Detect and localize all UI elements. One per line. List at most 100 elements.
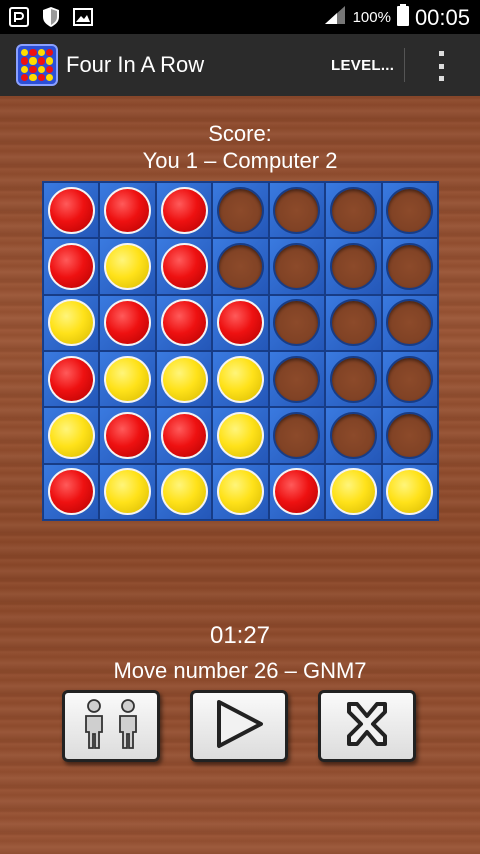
app-title: Four In A Row [66, 52, 205, 77]
board-cell[interactable] [325, 350, 382, 408]
red-disc [273, 468, 321, 516]
status-time: 00:05 [414, 4, 470, 30]
board-cell[interactable] [268, 407, 326, 464]
board-cell[interactable] [268, 238, 326, 295]
empty-slot [329, 186, 377, 234]
image-notification-icon [72, 6, 94, 28]
board-cell[interactable] [43, 294, 100, 351]
shield-icon [40, 6, 62, 28]
board-cell[interactable] [99, 294, 156, 351]
board-cell[interactable] [155, 463, 213, 520]
board-cell[interactable] [212, 350, 269, 408]
board-cell[interactable] [381, 407, 438, 464]
move-number: Move number 26 – GNM7 [113, 658, 367, 683]
signal-icon [323, 4, 347, 31]
empty-slot [329, 355, 377, 403]
empty-slot [273, 411, 321, 459]
two-players-button[interactable] [62, 690, 160, 762]
board-cell[interactable] [99, 463, 156, 520]
yellow-disc [216, 468, 264, 516]
red-disc [160, 411, 208, 459]
board-cell[interactable] [268, 182, 326, 239]
empty-slot [386, 355, 434, 403]
board-cell[interactable] [43, 463, 100, 520]
board-cell[interactable] [325, 182, 382, 239]
board-cell[interactable] [155, 350, 213, 408]
two-players-icon [78, 696, 144, 757]
game-timer: 01:27 [209, 622, 271, 649]
red-disc [47, 355, 95, 403]
empty-slot [386, 186, 434, 234]
close-icon [339, 698, 395, 755]
red-disc [104, 186, 152, 234]
board-cell[interactable] [43, 238, 100, 295]
board-cell[interactable] [212, 407, 269, 464]
score-label: Score: [208, 121, 272, 146]
empty-slot [329, 411, 377, 459]
board-cell[interactable] [268, 294, 326, 351]
board-cell[interactable] [212, 182, 269, 239]
board-cell[interactable] [99, 350, 156, 408]
board-cell[interactable] [325, 463, 382, 520]
yellow-disc [47, 299, 95, 347]
empty-slot [216, 186, 264, 234]
notification-app-icon [8, 6, 30, 28]
board-cell[interactable] [43, 350, 100, 408]
game-board[interactable] [42, 181, 439, 521]
red-disc [160, 242, 208, 290]
level-button[interactable]: LEVEL... [331, 57, 394, 74]
yellow-disc [104, 355, 152, 403]
app-logo-icon[interactable] [16, 44, 58, 86]
yellow-disc [160, 468, 208, 516]
board-cell[interactable] [155, 238, 213, 295]
yellow-disc [160, 355, 208, 403]
empty-slot [273, 186, 321, 234]
red-disc [104, 299, 152, 347]
board-cell[interactable] [268, 463, 326, 520]
empty-slot [386, 242, 434, 290]
yellow-disc [104, 468, 152, 516]
board-cell[interactable] [43, 407, 100, 464]
red-disc [216, 299, 264, 347]
board-cell[interactable] [381, 350, 438, 408]
red-disc [47, 468, 95, 516]
empty-slot [273, 242, 321, 290]
overflow-menu-icon[interactable] [436, 51, 446, 81]
board-cell[interactable] [381, 294, 438, 351]
yellow-disc [216, 411, 264, 459]
board-cell[interactable] [325, 407, 382, 464]
empty-slot [386, 411, 434, 459]
quit-button[interactable] [318, 690, 416, 762]
board-cell[interactable] [212, 294, 269, 351]
empty-slot [273, 299, 321, 347]
empty-slot [386, 299, 434, 347]
red-disc [47, 242, 95, 290]
board-cell[interactable] [212, 463, 269, 520]
status-bar: 100% 00:05 [0, 0, 480, 34]
empty-slot [329, 299, 377, 347]
play-icon [211, 698, 267, 755]
board-cell[interactable] [268, 350, 326, 408]
yellow-disc [216, 355, 264, 403]
action-bar: Four In A Row LEVEL... [0, 34, 480, 96]
board-cell[interactable] [155, 294, 213, 351]
board-cell[interactable] [155, 407, 213, 464]
board-cell[interactable] [99, 238, 156, 295]
board-cell[interactable] [325, 238, 382, 295]
board-cell[interactable] [99, 407, 156, 464]
board-cell[interactable] [99, 182, 156, 239]
board-cell[interactable] [381, 463, 438, 520]
battery-percent: 100% [352, 9, 391, 26]
board-cell[interactable] [212, 238, 269, 295]
board-cell[interactable] [325, 294, 382, 351]
board-cell[interactable] [381, 238, 438, 295]
red-disc [104, 411, 152, 459]
board-cell[interactable] [381, 182, 438, 239]
yellow-disc [329, 468, 377, 516]
board-cell[interactable] [43, 182, 100, 239]
red-disc [160, 186, 208, 234]
play-button[interactable] [190, 690, 288, 762]
empty-slot [216, 242, 264, 290]
yellow-disc [104, 242, 152, 290]
board-cell[interactable] [155, 182, 213, 239]
